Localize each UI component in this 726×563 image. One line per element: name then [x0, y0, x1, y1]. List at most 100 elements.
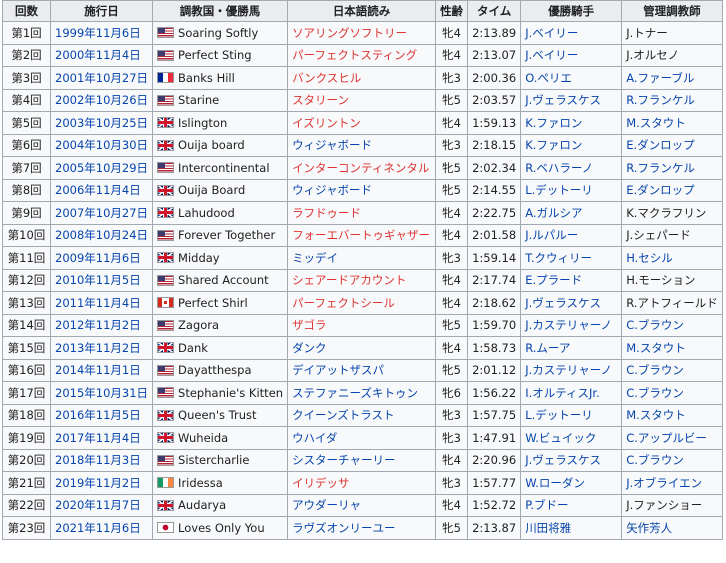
horse-reading-link[interactable]: シスターチャーリー — [292, 453, 395, 467]
header-no[interactable]: 回数 — [2, 0, 51, 22]
horse-reading-link[interactable]: パーフェクトスティング — [292, 48, 417, 62]
race-date-link[interactable]: 2002年10月26日 — [49, 88, 154, 112]
jockey-cell[interactable]: J.ベイリー — [520, 43, 623, 67]
race-date[interactable]: 2006年11月4日 — [55, 183, 141, 197]
reading-cell[interactable]: ステファニーズキトゥン — [287, 381, 437, 405]
race-date[interactable]: 2005年10月29日 — [55, 161, 148, 175]
trainer-link[interactable]: A.ファーブル — [626, 71, 694, 85]
horse-reading-link[interactable]: ウィジャボード — [292, 138, 372, 152]
reading-cell[interactable]: フォーエバートゥギャザー — [287, 223, 437, 247]
race-date[interactable]: 2018年11月3日 — [55, 453, 141, 467]
reading-cell[interactable]: アウダーリャ — [287, 493, 437, 517]
trainer-cell[interactable]: C.ブラウン — [621, 448, 723, 472]
reading-cell[interactable]: スタリーン — [287, 88, 437, 112]
race-date-link[interactable]: 2009年11月6日 — [49, 246, 154, 270]
header-jockey[interactable]: 優勝騎手 — [520, 0, 623, 22]
reading-cell[interactable]: ラヴズオンリーユー — [287, 516, 437, 540]
jockey-cell[interactable]: E.プラード — [520, 268, 623, 292]
jockey-cell[interactable]: J.ベイリー — [520, 21, 623, 45]
horse-reading-link[interactable]: ソアリングソフトリー — [292, 26, 407, 40]
reading-cell[interactable]: ウィジャボード — [287, 178, 437, 202]
jockey-cell[interactable]: I.オルティスJr. — [520, 381, 623, 405]
horse-reading-link[interactable]: イリデッサ — [292, 476, 350, 490]
jockey-cell[interactable]: J.ルパルー — [520, 223, 623, 247]
horse-reading-link[interactable]: イズリントン — [292, 116, 361, 130]
jockey-cell[interactable]: J.ヴェラスケス — [520, 448, 623, 472]
jockey-link[interactable]: A.ガルシア — [525, 206, 582, 220]
jockey-cell[interactable]: K.ファロン — [520, 111, 623, 135]
horse-reading-link[interactable]: ウハイダ — [292, 431, 337, 445]
horse-reading-link[interactable]: デイアットザスパ — [292, 363, 384, 377]
jockey-link[interactable]: J.ベイリー — [525, 26, 578, 40]
horse-reading-link[interactable]: ラヴズオンリーユー — [292, 521, 396, 535]
trainer-link[interactable]: C.ブラウン — [626, 363, 684, 377]
race-date-link[interactable]: 1999年11月6日 — [49, 21, 154, 45]
race-date[interactable]: 2015年10月31日 — [55, 386, 148, 400]
trainer-link[interactable]: J.オブライエン — [626, 476, 702, 490]
trainer-link[interactable]: C.ブラウン — [626, 453, 684, 467]
race-date-link[interactable]: 2015年10月31日 — [49, 381, 154, 405]
jockey-link[interactable]: R.ベハラーノ — [525, 161, 593, 175]
horse-reading-link[interactable]: インターコンティネンタル — [292, 161, 429, 175]
trainer-cell[interactable]: C.ブラウン — [621, 381, 723, 405]
race-date-link[interactable]: 2008年10月24日 — [49, 223, 154, 247]
trainer-cell[interactable]: C.ブラウン — [621, 358, 723, 382]
jockey-link[interactable]: K.ファロン — [525, 138, 582, 152]
jockey-cell[interactable]: K.ファロン — [520, 133, 623, 157]
race-date[interactable]: 2019年11月2日 — [55, 476, 141, 490]
race-date[interactable]: 2008年10月24日 — [55, 228, 148, 242]
race-date[interactable]: 1999年11月6日 — [55, 26, 141, 40]
reading-cell[interactable]: ウィジャボード — [287, 133, 437, 157]
race-date[interactable]: 2013年11月2日 — [55, 341, 141, 355]
race-date[interactable]: 2016年11月5日 — [55, 408, 141, 422]
header-trainer[interactable]: 管理調教師 — [621, 0, 723, 22]
jockey-link[interactable]: J.ヴェラスケス — [525, 93, 601, 107]
jockey-link[interactable]: J.カステリャーノ — [525, 318, 612, 332]
reading-cell[interactable]: イズリントン — [287, 111, 437, 135]
race-date-link[interactable]: 2021年11月6日 — [49, 516, 154, 540]
trainer-link[interactable]: R.フランケル — [626, 93, 695, 107]
trainer-link[interactable]: C.アップルビー — [626, 431, 707, 445]
reading-cell[interactable]: ミッデイ — [287, 246, 437, 270]
race-date-link[interactable]: 2001年10月27日 — [49, 66, 154, 90]
jockey-link[interactable]: J.ベイリー — [525, 48, 578, 62]
trainer-cell[interactable]: J.オブライエン — [621, 471, 723, 495]
reading-cell[interactable]: デイアットザスパ — [287, 358, 437, 382]
trainer-link[interactable]: 矢作芳人 — [626, 521, 672, 535]
reading-cell[interactable]: ウハイダ — [287, 426, 437, 450]
horse-reading-link[interactable]: ステファニーズキトゥン — [292, 386, 418, 400]
race-date[interactable]: 2011年11月4日 — [55, 296, 141, 310]
race-date[interactable]: 2002年10月26日 — [55, 93, 148, 107]
race-date-link[interactable]: 2016年11月5日 — [49, 403, 154, 427]
race-date-link[interactable]: 2006年11月4日 — [49, 178, 154, 202]
jockey-link[interactable]: J.カステリャーノ — [525, 363, 612, 377]
jockey-cell[interactable]: A.ガルシア — [520, 201, 623, 225]
jockey-link[interactable]: 川田将雅 — [525, 521, 571, 535]
reading-cell[interactable]: ソアリングソフトリー — [287, 21, 437, 45]
trainer-cell[interactable]: 矢作芳人 — [621, 516, 723, 540]
horse-reading-link[interactable]: ダンク — [292, 341, 327, 355]
jockey-cell[interactable]: L.デットーリ — [520, 178, 623, 202]
race-date[interactable]: 2001年10月27日 — [55, 71, 148, 85]
horse-reading-link[interactable]: シェアードアカウント — [292, 273, 406, 287]
horse-reading-link[interactable]: フォーエバートゥギャザー — [292, 228, 430, 242]
race-date-link[interactable]: 2019年11月2日 — [49, 471, 154, 495]
race-date-link[interactable]: 2010年11月5日 — [49, 268, 154, 292]
trainer-link[interactable]: E.ダンロップ — [626, 183, 694, 197]
race-date[interactable]: 2010年11月5日 — [55, 273, 141, 287]
jockey-cell[interactable]: T.クウィリー — [520, 246, 623, 270]
race-date-link[interactable]: 2011年11月4日 — [49, 291, 154, 315]
race-date[interactable]: 2014年11月1日 — [55, 363, 141, 377]
trainer-link[interactable]: C.ブラウン — [626, 386, 684, 400]
trainer-link[interactable]: M.スタウト — [626, 341, 686, 355]
jockey-cell[interactable]: L.デットーリ — [520, 403, 623, 427]
jockey-link[interactable]: W.ビュイック — [525, 431, 596, 445]
race-date-link[interactable]: 2013年11月2日 — [49, 336, 154, 360]
jockey-cell[interactable]: J.カステリャーノ — [520, 358, 623, 382]
header-reading[interactable]: 日本語読み — [287, 0, 437, 22]
jockey-link[interactable]: T.クウィリー — [525, 251, 592, 265]
race-date-link[interactable]: 2007年10月27日 — [49, 201, 154, 225]
jockey-link[interactable]: I.オルティスJr. — [525, 386, 600, 400]
header-horse[interactable]: 調教国・優勝馬 — [152, 0, 289, 22]
jockey-link[interactable]: L.デットーリ — [525, 183, 593, 197]
